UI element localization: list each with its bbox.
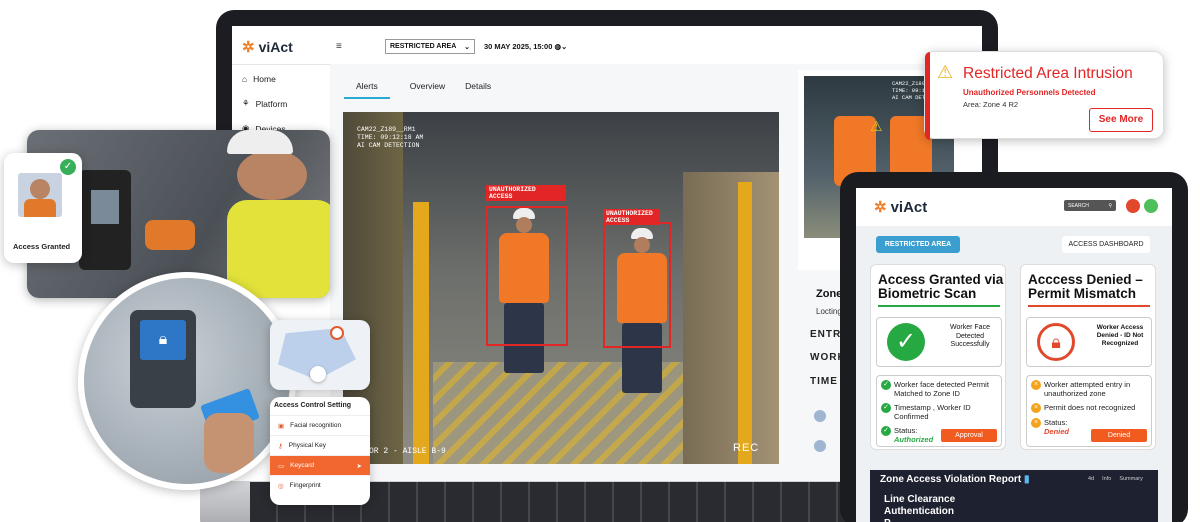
shelf-post	[413, 202, 429, 464]
time-row-label: TIME	[810, 376, 838, 387]
lock-denied-icon: 🔒︎	[1037, 323, 1075, 361]
alert-area: Area: Zone 4 R2	[963, 100, 1019, 109]
chevron-down-icon: ⌄	[464, 44, 470, 51]
check-icon: ✓	[887, 323, 925, 361]
report-title: Zone Access Violation Report ▮	[880, 474, 1030, 485]
app-logo[interactable]: ✲ viAct	[242, 38, 293, 56]
alert-title: Restricted Area Intrusion	[963, 65, 1133, 82]
alert-subtitle: Unauthorized Personnels Detected	[963, 88, 1096, 97]
main-camera-feed[interactable]: CAM22_Z189__RM1 TIME: 09:12:18 AM AI CAM…	[343, 112, 779, 464]
glove	[145, 220, 195, 250]
status-dot-red[interactable]	[1126, 199, 1140, 213]
zone-location: Locting	[816, 307, 842, 316]
menu-item-physical-key[interactable]: ⚷ Physical Key	[270, 435, 370, 455]
granted-status-card: ✓ Worker Face Detected Successfully	[876, 317, 1002, 367]
access-dashboard-link[interactable]: ACCESS DASHBOARD	[1062, 236, 1150, 253]
report-lines: Line Clearance Authentication P	[884, 494, 956, 522]
detection-box-2[interactable]	[603, 222, 671, 348]
warning-icon: ⚠	[937, 62, 954, 82]
fingerprint-icon: ◎	[278, 482, 284, 490]
sidebar-item-platform[interactable]: ⚘ Platform	[242, 91, 322, 116]
badge-photo	[18, 173, 62, 217]
access-granted-panel: Access Granted via Biometric Scan ✓ Work…	[870, 264, 1006, 450]
tab-details[interactable]: Details	[465, 81, 491, 97]
viact-logo-icon: ✲	[874, 199, 887, 216]
face-scan-icon: ▣	[278, 422, 285, 430]
card-icon: ▭	[278, 462, 285, 470]
menu-hamburger-icon[interactable]: ≡	[336, 41, 342, 52]
zone-map[interactable]	[270, 320, 370, 390]
x-icon: ×	[1031, 418, 1041, 428]
lock-icon: 🔒︎	[140, 320, 186, 360]
report-tab[interactable]: Info	[1102, 476, 1111, 482]
access-control-menu: Access Control Setting ▣ Facial recogniti…	[270, 397, 370, 505]
report-tab[interactable]: 4d	[1088, 476, 1094, 482]
area-select[interactable]: RESTRICTED AREA ⌄	[385, 39, 475, 54]
check-icon: ✓	[881, 426, 891, 436]
tab-alerts[interactable]: Alerts	[344, 81, 390, 99]
warning-icon: ⚠	[870, 118, 883, 134]
location-marker-icon	[310, 366, 326, 382]
hand	[204, 413, 254, 473]
search-icon: ⚲	[1108, 203, 1112, 209]
tab-bar: Alerts Overview Details	[344, 76, 511, 99]
camera-overlay-text: CAM22_Z189__RM1 TIME: 09:12:18 AM AI CAM…	[357, 126, 424, 149]
granted-title: Access Granted via Biometric Scan	[878, 272, 1004, 301]
indicator-dot	[814, 410, 826, 422]
hard-hat	[227, 130, 293, 154]
platform-icon: ⚘	[242, 98, 250, 108]
check-icon: ✓	[60, 159, 76, 175]
date-display[interactable]: 30 MAY 2025, 15:00 ◍⌄	[484, 42, 567, 51]
menu-item-keycard[interactable]: ▭ Keycard ➤	[270, 455, 370, 475]
shelf-right	[683, 172, 779, 464]
alert-popup: ⚠ Restricted Area Intrusion Unauthorized…	[924, 51, 1164, 140]
violation-report: Zone Access Violation Report ▮ 4d Info Sum…	[870, 470, 1158, 522]
check-icon: ✓	[881, 380, 891, 390]
keycard-closeup: 🔒︎	[78, 272, 296, 490]
x-icon: ×	[1031, 380, 1041, 390]
access-granted-label: Access Granted	[13, 242, 71, 251]
indicator-dot	[814, 440, 826, 452]
map-pin-icon	[330, 326, 344, 340]
reader-screen	[91, 190, 119, 224]
viact-logo-icon: ✲	[242, 39, 255, 56]
cursor-icon: ➤	[356, 462, 362, 470]
sidebar-item-home[interactable]: ⌂ Home	[242, 66, 322, 91]
marketing-composite: ✲ viAct ≡ RESTRICTED AREA ⌄ 30 MAY 2025,…	[0, 0, 1200, 522]
document-icon: ▮	[1023, 474, 1030, 485]
menu-title: Access Control Setting	[274, 402, 352, 409]
alert-accent-bar	[925, 52, 930, 140]
denied-title: Acccess Denied – Permit Mismatch	[1028, 272, 1143, 301]
home-icon: ⌂	[242, 73, 248, 84]
check-icon: ✓	[881, 403, 891, 413]
access-badge: ✓ Access Granted	[4, 153, 82, 263]
rec-indicator: REC	[733, 442, 760, 454]
detection-box-1[interactable]	[486, 206, 568, 346]
menu-item-fingerprint[interactable]: ◎ Fingerprint	[270, 475, 370, 495]
tablet-search[interactable]: SEARCH ⚲	[1064, 200, 1116, 211]
globe-icon: ◍⌄	[554, 42, 568, 51]
denied-button[interactable]: Denied	[1091, 429, 1147, 442]
x-icon: ×	[1031, 403, 1041, 413]
status-dot-green[interactable]	[1144, 199, 1158, 213]
access-denied-panel: Acccess Denied – Permit Mismatch 🔒︎ Work…	[1020, 264, 1156, 450]
detection-label-1: UNAUTHORIZED ACCESS	[486, 185, 566, 201]
key-icon: ⚷	[278, 442, 283, 450]
restricted-area-tag[interactable]: RESTRICTED AREA	[876, 236, 960, 253]
see-more-button[interactable]: See More	[1089, 108, 1153, 132]
report-tab[interactable]: Summary	[1119, 476, 1143, 482]
tablet-logo[interactable]: ✲ viAct	[874, 198, 927, 217]
denied-status-card: 🔒︎ Worker Access Denied - ID Not Recogni…	[1026, 317, 1152, 367]
worker-head	[237, 150, 307, 200]
tab-overview[interactable]: Overview	[410, 81, 445, 97]
safety-vest	[227, 200, 330, 298]
camera-location: OR 2 - AISLE B-9	[369, 447, 446, 456]
menu-item-facial-recognition[interactable]: ▣ Facial recognition	[270, 415, 370, 435]
approval-button[interactable]: Approval	[941, 429, 997, 442]
report-tabs: 4d Info Summary	[1088, 476, 1143, 482]
shelf-post	[738, 182, 752, 464]
